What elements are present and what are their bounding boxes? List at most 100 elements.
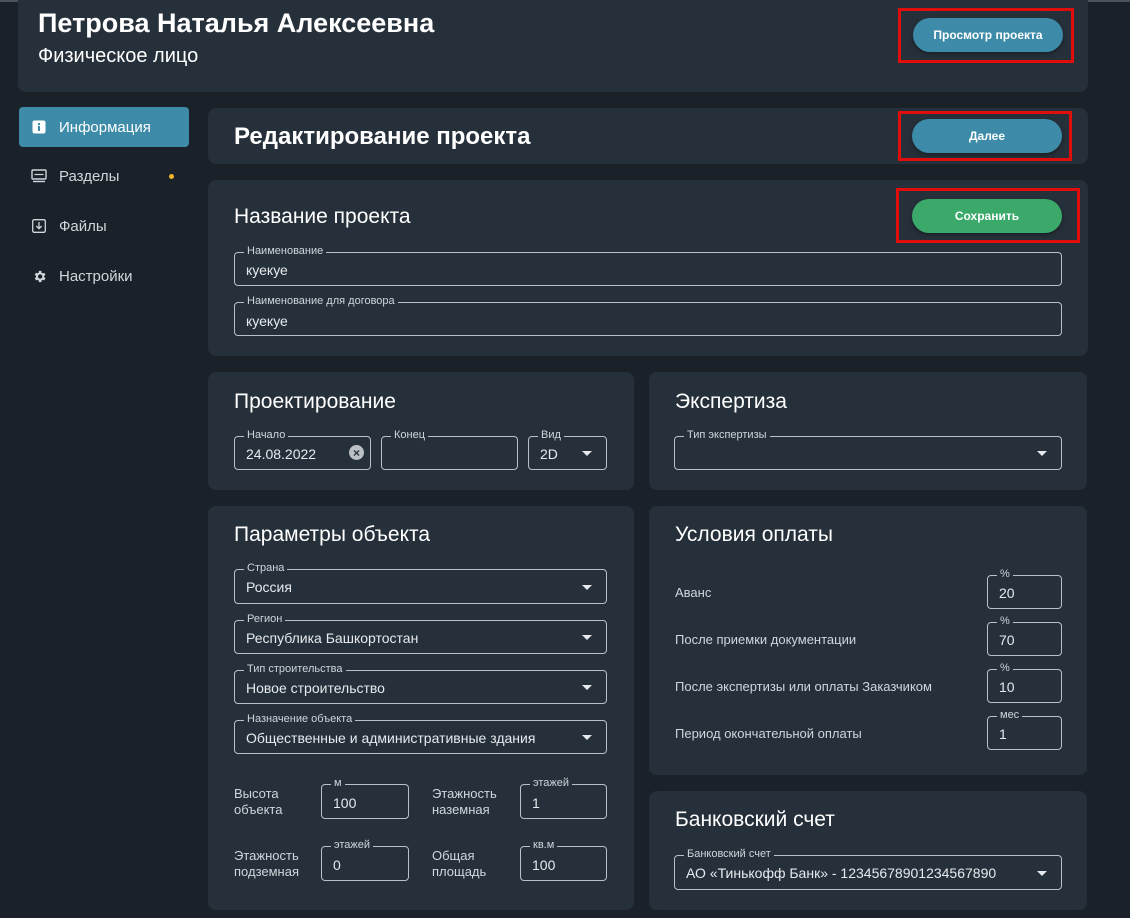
field-unit: % [997,614,1013,628]
download-file-icon [31,218,47,234]
floors-above-input[interactable]: этажей 1 [520,776,607,819]
sections-icon [31,168,47,184]
contract-name-field[interactable]: Наименование для договора куекуе [234,294,1062,336]
expertise-type-select[interactable]: Тип экспертизы [674,428,1062,470]
chevron-down-icon [582,685,592,690]
section-title: Условия оплаты [675,523,833,546]
sidebar-item-label: Информация [59,118,151,136]
expertise-percent-input[interactable]: % 10 [987,661,1062,703]
design-card: Проектирование Начало 24.08.2022 × Конец… [208,372,634,490]
payment-row-label: После приемки документации [675,632,857,647]
height-input[interactable]: м 100 [321,776,409,819]
field-unit: этажей [530,776,573,790]
info-icon [31,119,47,135]
floors-below-input[interactable]: этажей 0 [321,838,409,881]
field-label: Назначение объекта [244,712,356,726]
height-label: Высота объекта [234,786,283,817]
field-value: куекуе [246,313,288,329]
chevron-down-icon [582,584,592,590]
section-title: Экспертиза [675,390,787,413]
region-select[interactable]: Регион Республика Башкортостан [234,612,607,654]
chevron-down-icon [582,451,592,456]
field-value: 100 [333,795,357,811]
field-label: Банковский счет [684,847,774,861]
field-unit: % [997,661,1013,675]
bank-account-card: Банковский счет Банковский счет АО «Тинь… [649,791,1087,910]
field-value: 20 [999,585,1015,601]
construction-type-select[interactable]: Тип строительства Новое строительство [234,662,607,704]
field-label: Тип строительства [244,662,346,676]
sidebar-item-label: Разделы [59,167,120,185]
field-label: Наименование [244,244,327,258]
section-title: Проектирование [234,390,396,413]
sidebar-item-info[interactable]: Информация [19,107,189,147]
highlight-box-view-project [898,8,1074,63]
payment-row-label: Период окончательной оплаты [675,726,862,741]
field-label: Вид [538,428,564,442]
field-label: Регион [244,612,286,626]
clear-icon[interactable]: × [349,445,364,460]
field-value: 24.08.2022 [246,446,317,462]
floors-above-label: Этажность наземная [432,786,497,817]
field-unit: кв.м [530,838,558,852]
field-value: Общественные и административные здания [246,730,536,746]
field-label: Наименование для договора [244,294,398,308]
country-select[interactable]: Страна Россия [234,561,607,604]
field-value: АО «Тинькофф Банк» - 1234567890123456789… [686,865,997,881]
payment-row-label: Аванс [675,585,712,600]
sections-badge-dot [169,174,174,179]
field-value: 0 [333,857,341,873]
advance-percent-input[interactable]: % 20 [987,567,1062,609]
chevron-down-icon [582,735,592,740]
highlight-box-next [898,111,1072,161]
field-value: 70 [999,632,1015,648]
field-unit: мес [997,708,1023,722]
field-value: Новое строительство [246,680,385,696]
start-date-field[interactable]: Начало 24.08.2022 × [234,428,371,470]
payment-terms-card: Условия оплаты Аванс % 20 После приемки … [649,506,1087,775]
field-unit: % [997,567,1013,581]
chevron-down-icon [582,635,592,640]
field-value: куекуе [246,262,288,278]
field-value: Республика Башкортостан [246,630,419,646]
section-title: Название проекта [234,205,411,228]
total-area-label: Общая площадь [432,848,487,879]
chevron-down-icon [1037,870,1047,876]
gear-icon [31,268,47,284]
object-purpose-select[interactable]: Назначение объекта Общественные и админи… [234,712,607,754]
end-date-field[interactable]: Конец [381,428,518,470]
field-label: Тип экспертизы [684,428,770,442]
field-unit: этажей [331,838,374,852]
total-area-input[interactable]: кв.м 100 [520,838,607,881]
expertise-card: Экспертиза Тип экспертизы [649,372,1087,490]
field-value: 1 [532,795,540,811]
sidebar-item-files[interactable]: Файлы [19,206,189,246]
field-label: Начало [244,428,289,442]
sidebar-item-sections[interactable]: Разделы [19,156,189,196]
field-unit: м [331,776,345,790]
field-label: Конец [391,428,429,442]
acceptance-percent-input[interactable]: % 70 [987,614,1062,656]
field-value: Россия [246,579,292,595]
page-title: Редактирование проекта [234,123,531,150]
name-field[interactable]: Наименование куекуе [234,244,1062,286]
bank-account-select[interactable]: Банковский счет АО «Тинькофф Банк» - 123… [674,847,1062,890]
section-title: Банковский счет [675,808,835,831]
final-payment-period-input[interactable]: мес 1 [987,708,1062,750]
sidebar-item-settings[interactable]: Настройки [19,256,189,296]
object-params-card: Параметры объекта Страна Россия Регион Р… [208,506,634,910]
field-label: Страна [244,561,288,575]
floors-below-label: Этажность подземная [234,848,299,879]
section-title: Параметры объекта [234,523,431,546]
kind-select[interactable]: Вид 2D [528,428,607,470]
client-name: Петрова Наталья Алексеевна [38,8,435,38]
chevron-down-icon [1037,451,1047,456]
highlight-box-save [896,188,1080,243]
field-value: 2D [540,446,558,462]
sidebar-item-label: Файлы [59,217,107,235]
payment-row-label: После экспертизы или оплаты Заказчиком [675,679,932,694]
field-value: 100 [532,857,556,873]
client-type: Физическое лицо [38,45,199,67]
field-value: 1 [999,726,1007,742]
field-value: 10 [999,679,1015,695]
